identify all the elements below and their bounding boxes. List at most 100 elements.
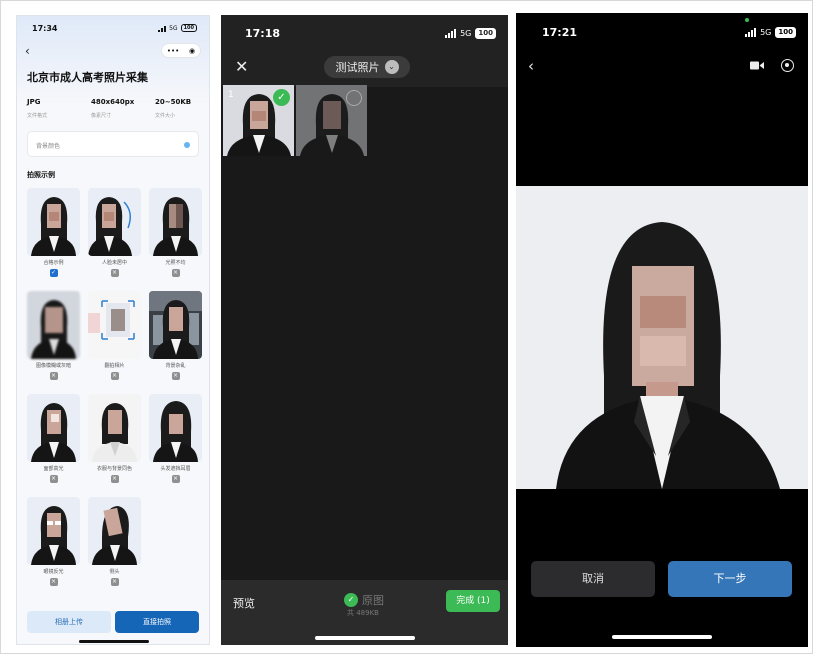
network-label: 5G bbox=[460, 29, 472, 38]
example-photo bbox=[27, 291, 80, 359]
example-item: 光照不均 × bbox=[149, 188, 202, 277]
status-time: 17:34 bbox=[32, 24, 58, 33]
close-icon[interactable]: ✕ bbox=[235, 57, 248, 76]
total-size: 共 489KB bbox=[347, 609, 379, 617]
background-color-selector[interactable]: 背景颜色 bbox=[27, 131, 199, 157]
spec-filesize: 20~50KB 文件大小 bbox=[155, 98, 203, 119]
photo-guide-screen: 17:34 5G 100 ‹ ••• ◉ 北京市成人高考照片采集 JPG 文件格… bbox=[16, 15, 210, 645]
record-icon[interactable] bbox=[781, 59, 794, 72]
select-circle-icon[interactable] bbox=[346, 90, 362, 106]
chevron-down-icon: ⌄ bbox=[384, 60, 399, 74]
examples-heading: 拍照示例 bbox=[27, 171, 55, 179]
home-indicator bbox=[612, 635, 712, 639]
background-color-label: 背景颜色 bbox=[36, 143, 61, 150]
example-label: 图像模糊或灰暗 bbox=[35, 363, 71, 369]
example-item: 人脸未居中 × bbox=[88, 188, 141, 277]
signal-icon bbox=[445, 29, 457, 38]
page-title: 北京市成人高考照片采集 bbox=[27, 71, 148, 84]
example-photo bbox=[88, 394, 141, 462]
example-photo bbox=[88, 497, 141, 565]
status-time: 17:21 bbox=[542, 26, 578, 39]
cross-icon: × bbox=[110, 372, 119, 380]
spec-pixels: 480x640px 像素尺寸 bbox=[91, 98, 146, 119]
video-camera-icon[interactable] bbox=[750, 61, 764, 70]
network-label: 5G bbox=[760, 28, 772, 37]
example-label: 眼镜反光 bbox=[43, 569, 64, 575]
direct-shoot-button[interactable]: 直接拍照 bbox=[115, 611, 199, 633]
check-icon: ✓ bbox=[49, 269, 58, 277]
cross-icon: × bbox=[171, 475, 180, 483]
example-label: 光照不均 bbox=[165, 260, 186, 266]
example-photo bbox=[88, 291, 141, 359]
example-label: 背景杂乱 bbox=[165, 363, 186, 369]
screenshot-collage: 17:34 5G 100 ‹ ••• ◉ 北京市成人高考照片采集 JPG 文件格… bbox=[0, 0, 813, 654]
example-photo bbox=[149, 188, 202, 256]
status-indicators: 5G 100 bbox=[445, 28, 496, 39]
album-upload-button[interactable]: 相册上传 bbox=[27, 611, 111, 633]
signal-icon bbox=[158, 25, 167, 32]
back-button[interactable]: ‹ bbox=[25, 44, 30, 58]
check-icon[interactable]: ✓ bbox=[273, 89, 290, 106]
example-item: 衣服与背景同色 × bbox=[88, 394, 141, 483]
spec-format: JPG 文件格式 bbox=[27, 98, 82, 119]
photo-grid bbox=[221, 87, 508, 580]
cross-icon: × bbox=[171, 372, 180, 380]
cross-icon: × bbox=[49, 475, 58, 483]
spec-label: 文件大小 bbox=[155, 113, 176, 119]
network-label: 5G bbox=[169, 24, 178, 32]
example-item: 面部高光 × bbox=[27, 394, 80, 483]
example-label: 侧头 bbox=[109, 569, 120, 575]
photo-thumbnail-selected[interactable]: 1 ✓ bbox=[223, 85, 294, 156]
example-label: 头发遮挡耳眉 bbox=[160, 466, 191, 472]
battery-icon: 100 bbox=[775, 27, 796, 38]
battery-icon: 100 bbox=[475, 28, 496, 39]
more-icon[interactable]: ••• bbox=[167, 47, 179, 55]
spec-value: 20~50KB bbox=[155, 98, 192, 106]
cross-icon: × bbox=[49, 372, 58, 380]
example-label: 面部高光 bbox=[43, 466, 64, 472]
portrait-image bbox=[556, 222, 780, 489]
home-indicator bbox=[79, 640, 149, 643]
example-photo bbox=[27, 497, 80, 565]
original-label: 原图 bbox=[362, 594, 384, 607]
original-toggle[interactable]: ✓ 原图 bbox=[344, 592, 384, 608]
preview-button[interactable]: 预览 bbox=[233, 595, 255, 611]
target-icon[interactable]: ◉ bbox=[189, 47, 195, 55]
example-photo bbox=[27, 188, 80, 256]
photo-specs: JPG 文件格式 480x640px 像素尺寸 20~50KB 文件大小 bbox=[27, 98, 203, 119]
example-item: 眼镜反光 × bbox=[27, 497, 80, 586]
spec-value: 480x640px bbox=[91, 98, 135, 106]
cancel-button[interactable]: 取消 bbox=[531, 561, 655, 597]
signal-icon bbox=[745, 28, 757, 37]
battery-icon: 100 bbox=[180, 24, 197, 32]
check-circle-icon: ✓ bbox=[344, 593, 358, 607]
cross-icon: × bbox=[171, 269, 180, 277]
example-photo bbox=[149, 291, 202, 359]
example-item: 侧头 × bbox=[88, 497, 141, 586]
example-item: 背景杂乱 × bbox=[149, 291, 202, 380]
photo-picker-screen: 17:18 5G 100 ✕ 测试照片 ⌄ 1 ✓ 预览 ✓ 原图 共 489K… bbox=[221, 15, 508, 645]
example-photo bbox=[27, 394, 80, 462]
selection-index: 1 bbox=[228, 90, 234, 100]
spec-label: 像素尺寸 bbox=[91, 113, 112, 119]
cross-icon: × bbox=[110, 475, 119, 483]
done-button[interactable]: 完成 (1) bbox=[446, 590, 500, 612]
next-step-button[interactable]: 下一步 bbox=[668, 561, 792, 597]
example-photo bbox=[149, 394, 202, 462]
example-photo bbox=[88, 188, 141, 256]
camera-in-use-dot bbox=[745, 18, 749, 22]
cross-icon: × bbox=[110, 269, 119, 277]
status-indicators: 5G 100 bbox=[158, 24, 197, 32]
photo-confirm-screen: 17:21 5G 100 ‹ 取消 下一步 bbox=[516, 13, 808, 647]
home-indicator bbox=[315, 636, 415, 640]
album-selector[interactable]: 测试照片 ⌄ bbox=[324, 56, 410, 78]
example-label: 人脸未居中 bbox=[101, 260, 127, 266]
photo-thumbnail[interactable] bbox=[296, 85, 367, 156]
status-indicators: 5G 100 bbox=[745, 27, 796, 38]
cross-icon: × bbox=[110, 578, 119, 586]
background-color-swatch[interactable] bbox=[184, 142, 190, 148]
miniapp-capsule[interactable]: ••• ◉ bbox=[161, 43, 201, 58]
spec-value: JPG bbox=[27, 98, 41, 106]
status-time: 17:18 bbox=[245, 27, 281, 40]
back-button[interactable]: ‹ bbox=[528, 57, 534, 75]
